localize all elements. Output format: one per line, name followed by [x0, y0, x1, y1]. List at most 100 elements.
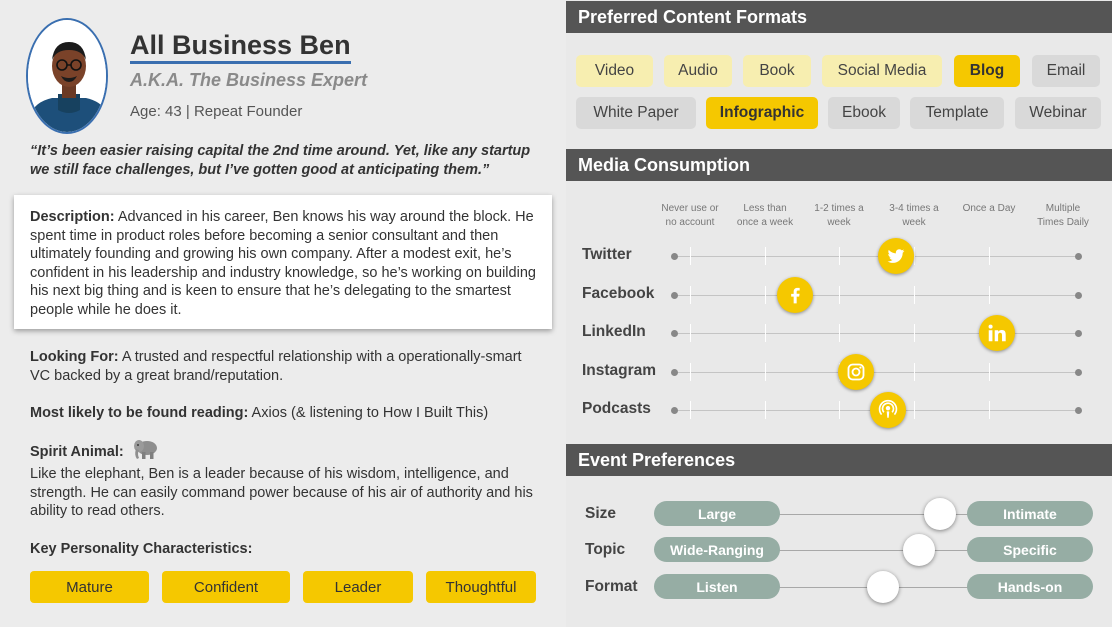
track-tick	[914, 401, 915, 419]
media-name-podcasts: Podcasts	[582, 400, 651, 417]
track-tick	[690, 286, 691, 304]
format-book: Book	[743, 55, 811, 87]
track-tick	[690, 401, 691, 419]
description-text: Advanced in his career, Ben knows his wa…	[30, 209, 536, 318]
track-tick	[989, 363, 990, 381]
trait-badge-confident: Confident	[162, 571, 290, 603]
media-header: Media Consumption	[566, 149, 1112, 181]
track-tick	[690, 363, 691, 381]
media-name-facebook: Facebook	[582, 285, 655, 302]
spirit-animal: Spirit Animal:	[30, 438, 545, 462]
format-blog: Blog	[954, 55, 1020, 87]
event-right-pill: Specific	[967, 537, 1093, 562]
reading-label: Most likely to be found reading:	[30, 405, 249, 421]
track-end-dot	[1074, 369, 1082, 376]
podcast-icon	[870, 392, 907, 428]
format-email: Email	[1032, 55, 1100, 87]
description-label: Description:	[30, 209, 115, 225]
track-tick	[989, 247, 990, 265]
looking-for-label: Looking For:	[30, 349, 119, 365]
track-tick	[989, 286, 990, 304]
track-end-dot	[1074, 330, 1082, 337]
media-track	[674, 333, 1078, 334]
event-left-pill: Wide-Ranging	[654, 537, 780, 562]
event-pref-topic: Topic	[585, 541, 626, 558]
event-right-pill: Intimate	[967, 501, 1093, 526]
track-end-dot	[1074, 292, 1082, 299]
persona-age: Age: 43 | Repeat Founder	[130, 103, 303, 120]
media-name-instagram: Instagram	[582, 362, 657, 379]
media-track	[674, 256, 1078, 257]
formats-header: Preferred Content Formats	[566, 1, 1112, 33]
track-tick	[839, 324, 840, 342]
media-track	[674, 372, 1078, 373]
track-end-dot	[1074, 253, 1082, 260]
event-slider-track	[778, 550, 968, 551]
track-tick	[839, 247, 840, 265]
spirit-text: Like the elephant, Ben is a leader becau…	[30, 466, 533, 519]
format-white-paper: White Paper	[576, 97, 696, 129]
event-left-pill: Large	[654, 501, 780, 526]
spirit-label: Spirit Animal:	[30, 444, 124, 460]
trait-badge-leader: Leader	[303, 571, 413, 603]
frequency-column-label: Never use or no account	[661, 203, 719, 228]
trait-badge-thoughtful: Thoughtful	[426, 571, 536, 603]
track-end-dot	[1074, 407, 1082, 414]
event-slider-knob[interactable]	[902, 534, 935, 566]
event-slider-knob[interactable]	[923, 498, 956, 530]
event-right-pill: Hands-on	[967, 574, 1093, 599]
event-left-pill: Listen	[654, 574, 780, 599]
persona-name: All Business Ben	[130, 30, 351, 64]
elephant-icon	[132, 438, 160, 460]
track-tick	[765, 363, 766, 381]
reading: Most likely to be found reading: Axios (…	[30, 404, 545, 423]
media-name-linkedin: LinkedIn	[582, 323, 646, 340]
track-tick	[765, 401, 766, 419]
persona-avatar	[26, 18, 108, 134]
track-tick	[839, 286, 840, 304]
frequency-column-label: Multiple Times Daily	[1037, 203, 1089, 228]
track-start-dot	[670, 369, 678, 376]
frequency-column-label: 3-4 times a week	[889, 203, 939, 228]
traits-label: Key Personality Characteristics:	[30, 541, 253, 557]
instagram-icon	[837, 354, 874, 390]
looking-for: Looking For: A trusted and respectful re…	[30, 348, 545, 385]
frequency-column-label: 1-2 times a week	[814, 203, 864, 228]
track-start-dot	[670, 407, 678, 414]
event-pref-size: Size	[585, 505, 617, 522]
track-start-dot	[670, 253, 678, 260]
event-slider-knob[interactable]	[866, 571, 899, 603]
track-start-dot	[670, 292, 678, 299]
preferences-panel: Preferred Content Formats Video Audio Bo…	[566, 0, 1112, 627]
format-ebook: Ebook	[828, 97, 900, 129]
track-tick	[690, 324, 691, 342]
track-tick	[914, 324, 915, 342]
man-avatar-icon	[28, 20, 106, 132]
persona-quote: “It’s been easier raising capital the 2n…	[30, 143, 531, 178]
frequency-column-label: Less than once a week	[736, 203, 794, 228]
media-track	[674, 295, 1078, 296]
frequency-column-label: Once a Day	[962, 203, 1016, 214]
twitter-icon	[878, 238, 915, 274]
facebook-icon	[777, 277, 814, 313]
track-tick	[839, 401, 840, 419]
media-name-twitter: Twitter	[582, 246, 632, 263]
track-start-dot	[670, 330, 678, 337]
event-pref-format: Format	[585, 578, 638, 595]
persona-panel: All Business Ben A.K.A. The Business Exp…	[0, 0, 566, 627]
reading-text: Axios (& listening to How I Built This)	[248, 405, 489, 421]
track-tick	[765, 286, 766, 304]
format-template: Template	[910, 97, 1004, 129]
track-tick	[765, 247, 766, 265]
track-tick	[914, 363, 915, 381]
track-tick	[914, 286, 915, 304]
linkedin-icon	[979, 315, 1016, 351]
persona-aka: A.K.A. The Business Expert	[130, 70, 368, 90]
events-header: Event Preferences	[566, 444, 1112, 476]
format-social-media: Social Media	[822, 55, 942, 87]
format-video: Video	[576, 55, 653, 87]
track-tick	[690, 247, 691, 265]
track-tick	[765, 324, 766, 342]
format-infographic: Infographic	[706, 97, 818, 129]
format-webinar: Webinar	[1015, 97, 1101, 129]
